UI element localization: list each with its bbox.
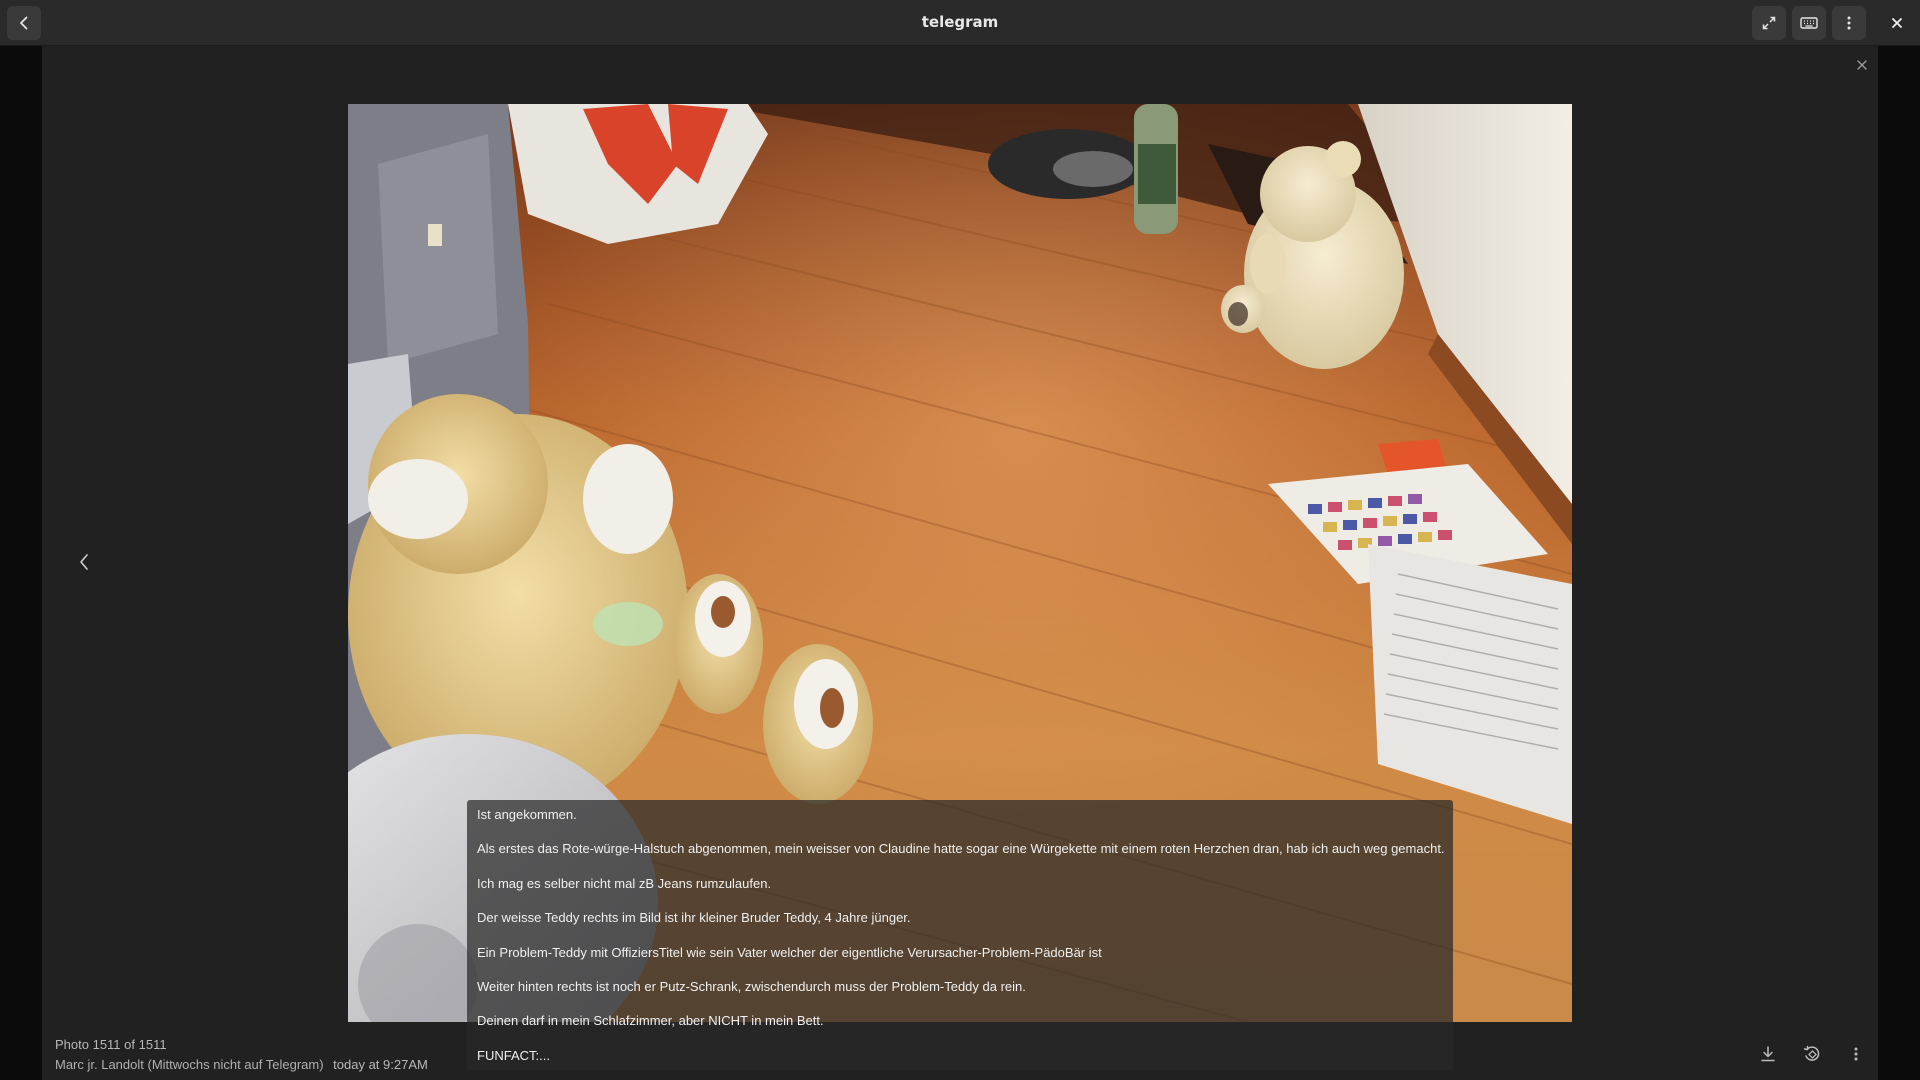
- keyboard-button[interactable]: [1792, 6, 1826, 40]
- caption-line: Ein Problem-Teddy mit OffiziersTitel wie…: [477, 944, 1102, 960]
- rotate-button[interactable]: [1798, 1040, 1826, 1068]
- caption-line: Deinen darf in mein Schlafzimmer, aber N…: [477, 1013, 824, 1029]
- keyboard-icon: [1800, 17, 1818, 29]
- caption-line: Der weisse Teddy rechts im Bild ist ihr …: [477, 910, 911, 926]
- photo-counter: Photo 1511 of 1511: [55, 1037, 167, 1052]
- fullscreen-icon: [1762, 16, 1776, 30]
- previous-photo-button[interactable]: [68, 546, 100, 578]
- download-icon: [1761, 1046, 1775, 1062]
- window-menu-button[interactable]: [1832, 6, 1866, 40]
- window-close-button[interactable]: [1880, 6, 1914, 40]
- photo-info: Photo 1511 of 1511 Marc jr. Landolt (Mit…: [55, 1035, 428, 1075]
- title-bar: telegram: [0, 0, 1920, 46]
- caption-line: Als erstes das Rote-würge-Halstuch abgen…: [477, 841, 1445, 857]
- close-icon: [1892, 18, 1902, 28]
- download-button[interactable]: [1754, 1040, 1782, 1068]
- window-title: telegram: [921, 13, 999, 31]
- caption-line: Ich mag es selber nicht mal zB Jeans rum…: [477, 875, 772, 891]
- caption-line: Ist angekommen.: [477, 807, 577, 822]
- message-time[interactable]: today at 9:27AM: [333, 1057, 428, 1072]
- viewer-close-button[interactable]: [1850, 53, 1874, 77]
- sender-name[interactable]: Marc jr. Landolt (Mittwochs nicht auf Te…: [55, 1057, 324, 1072]
- rotate-icon: [1803, 1045, 1820, 1061]
- photo-caption: Ist angekommen. Als erstes das Rote-würg…: [467, 800, 1453, 1070]
- more-options-button[interactable]: [1842, 1040, 1870, 1068]
- fullscreen-button[interactable]: [1752, 6, 1786, 40]
- caption-line: Weiter hinten rechts ist noch er Putz-Sc…: [477, 978, 1026, 994]
- vertical-ellipsis-icon: [1854, 1047, 1858, 1061]
- chevron-left-icon: [80, 554, 88, 570]
- vertical-ellipsis-icon: [1847, 16, 1851, 30]
- close-icon: [1857, 60, 1867, 70]
- caption-line: FUNFACT:...: [477, 1047, 550, 1063]
